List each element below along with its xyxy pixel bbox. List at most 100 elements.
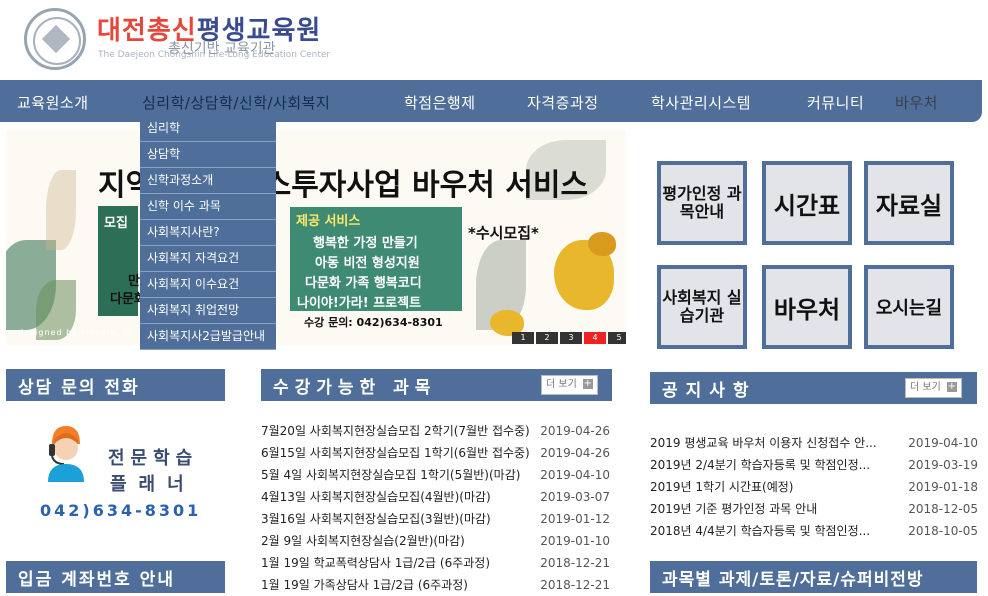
menu-item-psychology[interactable]: 심리학 xyxy=(140,116,276,142)
voucher-banner[interactable]: 지역사회서비스투자사업 바우처 서비스 모집 만 다문화 제공 서비스 행복한 … xyxy=(6,130,626,345)
quick-link-timetable[interactable]: 시간표 xyxy=(762,161,852,245)
nav-item-voucher[interactable]: 바우처 xyxy=(895,92,938,113)
quick-link-label: 오시는길 xyxy=(868,269,950,345)
brand-english-name: The Daejeon Chongshin Life-Long Educatio… xyxy=(98,50,331,60)
quick-link-accredited-courses[interactable]: 평가인정 과목안내 xyxy=(657,161,747,245)
course-title: 4월13일 사회복지현장실습모집(4월반)(마감) xyxy=(261,490,491,504)
course-date: 2019-04-10 xyxy=(540,468,610,482)
menu-item-social-worker-qualification[interactable]: 사회복지 자격요건 xyxy=(140,246,276,272)
menu-item-social-worker-license[interactable]: 사회복지사2급발급안내 xyxy=(140,324,276,350)
notice-date: 2019-01-18 xyxy=(908,480,978,494)
course-row[interactable]: 1월 19일 학교폭력상담사 1급/2급 (6주과정) 2018-12-21 xyxy=(261,552,610,574)
quick-link-practicum-sites[interactable]: 사회복지 실습기관 xyxy=(657,265,747,349)
banner-pager: 1 2 3 4 5 xyxy=(510,332,626,344)
service-line: 아동 비전 형성지원 xyxy=(315,256,420,271)
account-title: 입금 계좌번호 안내 xyxy=(18,570,175,590)
notice-row-title: 2019년 1학기 시간표(예정) xyxy=(650,480,794,494)
site-header: 대전총신평생교육원 총신기반 교육기관 The Daejeon Chongshi… xyxy=(0,0,988,80)
quick-link-label: 평가인정 과목안내 xyxy=(661,165,743,241)
notice-row[interactable]: 2018년 4/4분기 학습자등록 및 학점인정... 2018-10-05 xyxy=(650,520,978,542)
pager-button[interactable]: 1 xyxy=(512,332,534,344)
banner-recruit-label: 모집 xyxy=(104,216,128,231)
notice-header: 공지사항 더 보기 + xyxy=(650,372,977,404)
banner-recruit-notice: *수시모집* xyxy=(468,224,539,242)
quick-link-label: 사회복지 실습기관 xyxy=(661,269,743,345)
course-title: 1월 19일 가족상담사 1급/2급 (6주과정) xyxy=(261,578,468,592)
menu-item-social-worker-about[interactable]: 사회복지사란? xyxy=(140,220,276,246)
course-title: 3월16일 사회복지현장실습모집(3월반)(마감) xyxy=(261,512,491,526)
course-date: 2019-01-10 xyxy=(540,534,610,548)
counsel-header: 상담 문의 전화 xyxy=(6,369,225,401)
nav-item-programs[interactable]: 심리학/상담학/신학/사회복지 xyxy=(142,92,330,113)
quick-link-voucher[interactable]: 바우처 xyxy=(762,265,852,349)
courses-header: 수강가능한 과목 더 보기 + xyxy=(261,369,612,401)
more-label: 더 보기 xyxy=(546,379,577,390)
notice-list: 2019 평생교육 바우처 이용자 신청접수 안... 2019-04-10 20… xyxy=(650,432,978,542)
quick-link-label: 바우처 xyxy=(766,269,848,345)
banner-left-text-1: 만 xyxy=(128,274,140,289)
quick-link-directions[interactable]: 오시는길 xyxy=(864,265,954,349)
quick-link-label: 자료실 xyxy=(868,165,950,241)
courses-list: 7월20일 사회복지현장실습모집 2학기(7월반 접수중) 2019-04-26 … xyxy=(261,420,610,596)
notice-row-title: 2019년 2/4분기 학습자등록 및 학점인정... xyxy=(650,458,871,472)
quick-link-label: 시간표 xyxy=(766,165,848,241)
menu-item-theology-intro[interactable]: 신학과정소개 xyxy=(140,168,276,194)
course-date: 2019-03-07 xyxy=(540,490,610,504)
course-title: 7월20일 사회복지현장실습모집 2학기(7월반 접수중) xyxy=(261,424,530,438)
plus-icon: + xyxy=(946,381,957,392)
nav-item-certificates[interactable]: 자격증과정 xyxy=(527,92,599,113)
service-line: 다문화 가족 행복코디 xyxy=(305,276,422,291)
counsel-line-1: 전문학습 xyxy=(108,448,199,469)
notice-row[interactable]: 2019 평생교육 바우처 이용자 신청접수 안... 2019-04-10 xyxy=(650,432,978,454)
board-header: 과목별 과제/토론/자료/슈퍼비전방 xyxy=(650,561,977,593)
counsel-phone-number[interactable]: 042)634-8301 xyxy=(40,501,201,520)
notice-row[interactable]: 2019년 기준 평가인정 과목 안내 2018-12-05 xyxy=(650,498,978,520)
notice-date: 2018-12-05 xyxy=(908,502,978,516)
pager-button[interactable]: 3 xyxy=(560,332,582,344)
quick-link-archive[interactable]: 자료실 xyxy=(864,161,954,245)
course-row[interactable]: 4월13일 사회복지현장실습모집(4월반)(마감) 2019-03-07 xyxy=(261,486,610,508)
nav-item-academic-system[interactable]: 학사관리시스템 xyxy=(651,92,751,113)
counsel-title: 상담 문의 전화 xyxy=(18,378,140,398)
course-date: 2018-12-21 xyxy=(540,556,610,570)
pager-button[interactable]: 5 xyxy=(608,332,626,344)
notice-row-title: 2019 평생교육 바우처 이용자 신청접수 안... xyxy=(650,436,877,450)
nav-item-community[interactable]: 커뮤니티 xyxy=(807,92,864,113)
menu-item-theology-courses[interactable]: 신학 이수 과목 xyxy=(140,194,276,220)
notice-more-button[interactable]: 더 보기 + xyxy=(905,378,962,398)
course-row[interactable]: 7월20일 사회복지현장실습모집 2학기(7월반 접수중) 2019-04-26 xyxy=(261,420,610,442)
course-row[interactable]: 6월15일 사회복지현장실습모집 1학기(6월반 접수중) 2019-04-26 xyxy=(261,442,610,464)
notice-row[interactable]: 2019년 2/4분기 학습자등록 및 학점인정... 2019-03-19 xyxy=(650,454,978,476)
nav-item-about[interactable]: 교육원소개 xyxy=(17,92,89,113)
service-box-title: 제공 서비스 xyxy=(296,214,361,229)
course-date: 2019-01-12 xyxy=(540,512,610,526)
notice-row-title: 2019년 기준 평가인정 과목 안내 xyxy=(650,502,818,516)
school-seal-logo[interactable] xyxy=(24,8,86,70)
service-line: 행복한 가정 만들기 xyxy=(313,236,418,251)
course-row[interactable]: 3월16일 사회복지현장실습모집(3월반)(마감) 2019-01-12 xyxy=(261,508,610,530)
courses-more-button[interactable]: 더 보기 + xyxy=(541,375,598,395)
counsel-line-2: 플래너 xyxy=(110,474,196,495)
more-label: 더 보기 xyxy=(910,382,941,393)
notice-row[interactable]: 2019년 1학기 시간표(예정) 2019-01-18 xyxy=(650,476,978,498)
board-title[interactable]: 과목별 과제/토론/자료/슈퍼비전방 xyxy=(662,565,924,590)
pager-button[interactable]: 2 xyxy=(536,332,558,344)
course-title: 1월 19일 학교폭력상담사 1급/2급 (6주과정) xyxy=(261,556,491,570)
menu-item-counseling[interactable]: 상담학 xyxy=(140,142,276,168)
notice-title: 공지사항 xyxy=(662,381,757,401)
pager-button-current[interactable]: 4 xyxy=(584,332,606,344)
notice-date: 2018-10-05 xyxy=(908,524,978,538)
account-header: 입금 계좌번호 안내 xyxy=(6,561,225,593)
notice-date: 2019-04-10 xyxy=(908,436,978,450)
nav-item-credit-bank[interactable]: 학점은행제 xyxy=(404,92,476,113)
menu-item-social-worker-jobs[interactable]: 사회복지 취업전망 xyxy=(140,298,276,324)
menu-item-social-worker-completion[interactable]: 사회복지 이수요건 xyxy=(140,272,276,298)
course-row[interactable]: 5월 4일 사회복지현장실습모집 1학기(5월반)(마감) 2019-04-10 xyxy=(261,464,610,486)
course-title: 5월 4일 사회복지현장실습모집 1학기(5월반)(마감) xyxy=(261,468,521,482)
banner-inquiry: 수강 문의: 042)634-8301 xyxy=(304,316,443,329)
plus-icon: + xyxy=(582,378,593,389)
course-title: 6월15일 사회복지현장실습모집 1학기(6월반 접수중) xyxy=(261,446,530,460)
course-title: 2월 9일 사회복지현장실습(2월반)(마감) xyxy=(261,534,465,548)
courses-title: 수강가능한 과목 xyxy=(273,378,437,398)
course-row[interactable]: 2월 9일 사회복지현장실습(2월반)(마감) 2019-01-10 xyxy=(261,530,610,552)
